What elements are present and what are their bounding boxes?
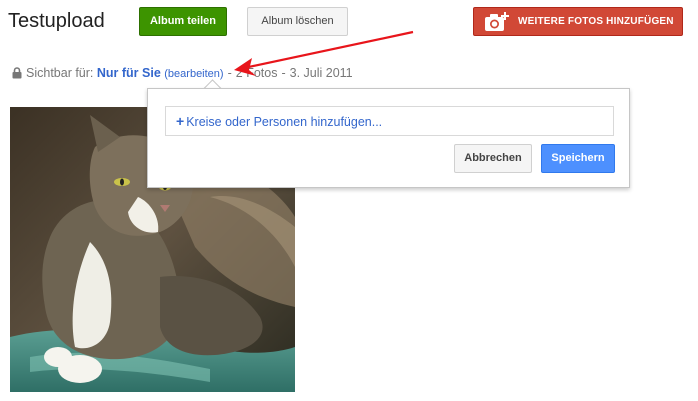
add-photos-button[interactable]: WEITERE FOTOS HINZUFÜGEN <box>473 7 683 36</box>
edit-visibility-link[interactable]: (bearbeiten) <box>164 68 223 80</box>
camera-plus-icon <box>485 12 509 31</box>
add-photos-label: WEITERE FOTOS HINZUFÜGEN <box>518 16 674 27</box>
annotation-arrow <box>234 30 414 76</box>
plus-icon: + <box>176 113 185 129</box>
visibility-label: Sichtbar für: <box>26 66 94 80</box>
share-album-button[interactable]: Album teilen <box>139 7 227 36</box>
cancel-button[interactable]: Abbrechen <box>454 144 532 173</box>
add-circles-placeholder: Kreise oder Personen hinzufügen... <box>186 115 383 129</box>
add-circles-input[interactable]: + Kreise oder Personen hinzufügen... <box>165 106 614 136</box>
album-title: Testupload <box>8 10 105 32</box>
lock-icon <box>12 67 22 79</box>
share-popup: + Kreise oder Personen hinzufügen... Abbr… <box>147 88 630 188</box>
save-button[interactable]: Speichern <box>541 144 615 173</box>
visibility-value-link[interactable]: Nur für Sie <box>97 66 161 80</box>
